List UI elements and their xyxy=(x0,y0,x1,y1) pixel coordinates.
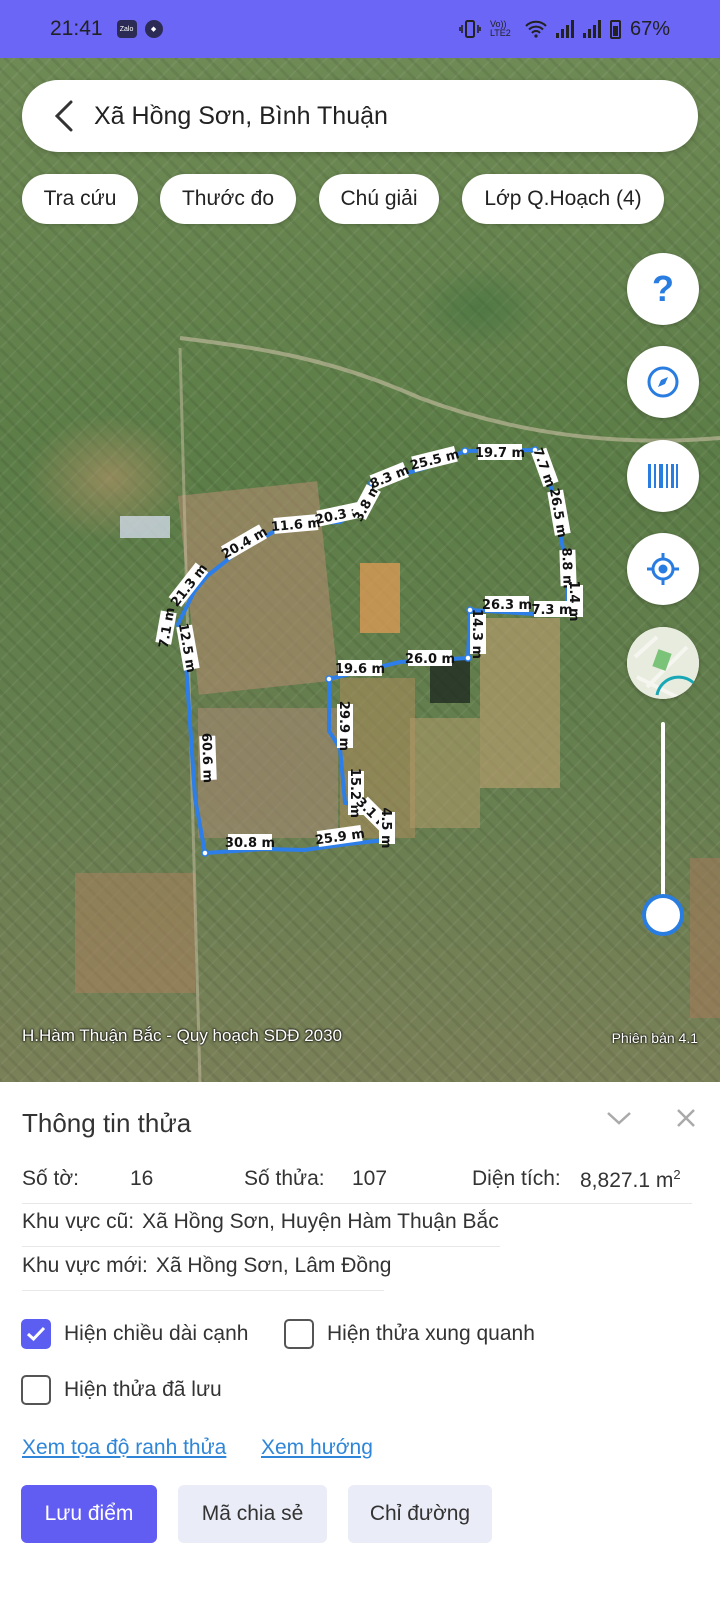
so-thua-label: Số thửa: xyxy=(244,1167,325,1190)
edge-label: 7.1 m xyxy=(157,606,179,649)
status-time: 21:41 xyxy=(50,17,103,40)
dien-tich-unit-sup: 2 xyxy=(673,1167,681,1182)
vibrate-icon xyxy=(459,20,481,38)
show-surrounding-checkbox[interactable] xyxy=(284,1319,314,1349)
so-thua-value: 107 xyxy=(352,1167,388,1190)
location-title: Xã Hồng Sơn, Bình Thuận xyxy=(94,101,388,130)
new-area-label: Khu vực mới: xyxy=(22,1254,148,1277)
show-saved-label: Hiện thửa đã lưu xyxy=(64,1378,222,1401)
barcode-icon xyxy=(648,464,678,488)
share-code-button[interactable]: Mã chia sẻ xyxy=(178,1485,327,1543)
show-edge-length-checkbox[interactable] xyxy=(21,1319,51,1349)
save-point-button[interactable]: Lưu điểm xyxy=(21,1485,157,1543)
checkmark-icon xyxy=(26,1326,46,1342)
signal-icon xyxy=(555,20,574,38)
chip-tra-cuu[interactable]: Tra cứu xyxy=(22,174,138,224)
battery-icon xyxy=(609,19,621,39)
edge-label: 29.9 m xyxy=(336,701,351,751)
new-area-line: Khu vực mới: Xã Hồng Sơn, Lâm Đồng xyxy=(22,1254,391,1278)
map-caption: H.Hàm Thuận Bắc - Quy hoạch SDĐ 2030 xyxy=(22,1026,343,1045)
chip-lop-quy-hoach[interactable]: Lớp Q.Hoạch (4) xyxy=(462,174,664,224)
edge-label: 30.8 m xyxy=(225,836,275,851)
divider xyxy=(22,1203,692,1204)
edge-label: 26.5 m xyxy=(546,487,569,539)
dien-tich-label: Diện tích: xyxy=(472,1167,561,1190)
sheet-title: Thông tin thửa xyxy=(22,1108,192,1138)
minimap-button[interactable] xyxy=(627,627,699,699)
so-to-value: 16 xyxy=(130,1167,154,1190)
network-label: Vo)) LTE2 xyxy=(489,19,511,38)
edge-label: 14.3 m xyxy=(469,609,484,659)
battery-level: 67% xyxy=(629,17,670,40)
directions-button[interactable]: Chỉ đường xyxy=(348,1485,492,1543)
compass-icon xyxy=(647,366,679,398)
search-bar[interactable]: Xã Hồng Sơn, Bình Thuận xyxy=(22,80,698,152)
wifi-icon xyxy=(525,20,547,38)
help-button[interactable]: ? xyxy=(627,253,699,325)
chip-chu-giai[interactable]: Chú giải xyxy=(319,174,439,224)
signal-icon-2 xyxy=(582,20,601,38)
view-direction-link[interactable]: Xem hướng xyxy=(261,1436,373,1460)
edge-label: 7.3 m xyxy=(531,603,572,618)
show-surrounding-label: Hiện thửa xung quanh xyxy=(327,1322,535,1345)
zalo-icon: Zalo xyxy=(116,20,137,38)
divider xyxy=(22,1290,384,1291)
show-saved-checkbox[interactable] xyxy=(21,1375,51,1405)
locate-button[interactable] xyxy=(627,533,699,605)
barcode-button[interactable] xyxy=(627,440,699,512)
divider xyxy=(22,1246,500,1247)
compass-button[interactable] xyxy=(627,346,699,418)
edge-label: 26.3 m xyxy=(482,598,532,613)
status-bar: 21:41 Zalo ◆ Vo)) LTE2 67% xyxy=(0,0,720,58)
old-area-label: Khu vực cũ: xyxy=(22,1210,135,1233)
dien-tich-value: 8,827.1 m xyxy=(580,1169,674,1192)
edge-label: 8.3 m xyxy=(368,463,412,492)
chevron-down-icon[interactable] xyxy=(606,1108,632,1128)
edge-label: 19.7 m xyxy=(475,446,525,461)
map-version: Phiên bản 4.1 xyxy=(611,1030,698,1046)
minimap-icon xyxy=(627,627,699,699)
locate-icon xyxy=(647,553,679,585)
show-edge-length-label: Hiện chiều dài cạnh xyxy=(64,1322,249,1345)
old-area-line: Khu vực cũ: Xã Hồng Sơn, Huyện Hàm Thuận … xyxy=(22,1210,499,1234)
flame-icon: ◆ xyxy=(144,20,163,38)
edge-label: 19.6 m xyxy=(335,662,385,677)
edge-label: 4.5 m xyxy=(378,807,393,848)
help-icon: ? xyxy=(652,268,674,309)
view-boundary-coordinates-link[interactable]: Xem tọa độ ranh thửa xyxy=(22,1436,226,1460)
zoom-slider-track[interactable] xyxy=(661,722,665,914)
new-area-value: Xã Hồng Sơn, Lâm Đồng xyxy=(155,1254,392,1277)
old-area-value: Xã Hồng Sơn, Huyện Hàm Thuận Bắc xyxy=(142,1210,499,1233)
close-icon[interactable] xyxy=(676,1108,696,1128)
so-to-label: Số tờ: xyxy=(22,1167,79,1190)
parcel-numbers-row: Số tờ: 16 Số thửa: 107 Diện tích: 8,827.… xyxy=(22,1167,692,1193)
zoom-slider-handle[interactable] xyxy=(642,894,684,936)
edge-label: 60.6 m xyxy=(198,733,215,784)
dien-tich-value-wrap: 8,827.1 m2 xyxy=(580,1167,681,1193)
edge-label: 26.0 m xyxy=(405,652,455,667)
chip-thuoc-do[interactable]: Thước đo xyxy=(160,174,296,224)
back-arrow-icon[interactable] xyxy=(46,98,82,134)
